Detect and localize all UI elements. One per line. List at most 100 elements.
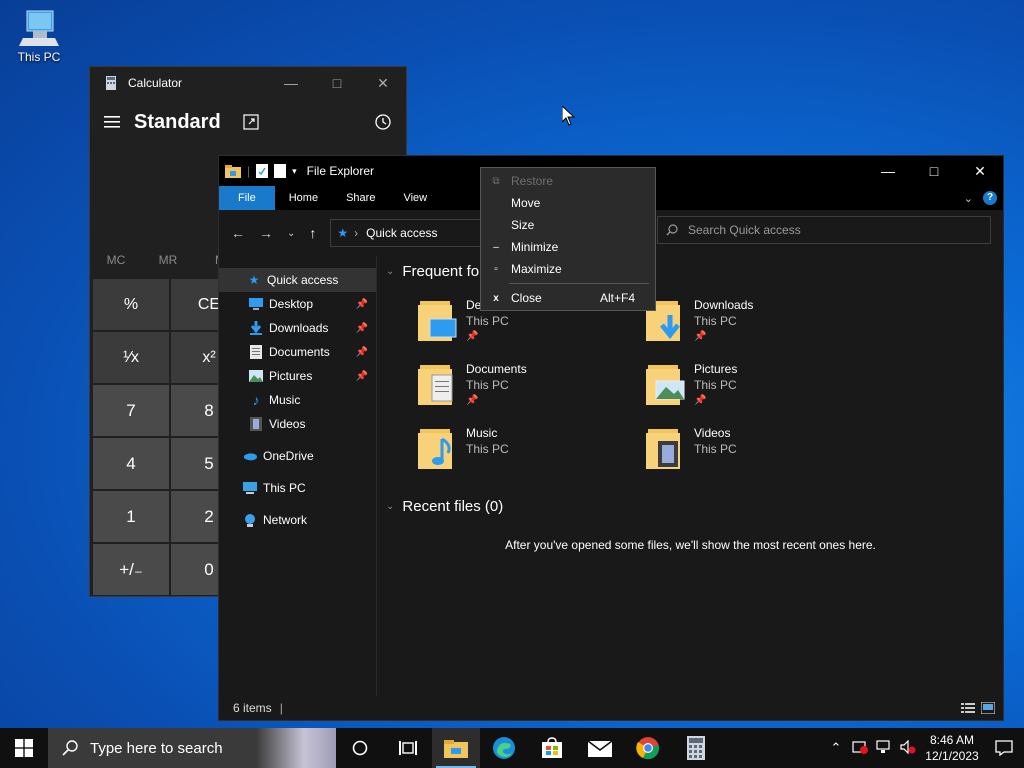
sidebar-item-quick-access[interactable]: ★ Quick access [219,268,376,292]
search-input[interactable]: Search Quick access [657,216,991,244]
minimize-button[interactable]: — [268,67,314,99]
tab-file[interactable]: File [219,186,275,210]
expand-ribbon-icon[interactable]: ⌄ [964,192,973,205]
minimize-button[interactable]: — [865,156,911,186]
sidebar-item-documents[interactable]: Documents 📌 [219,340,376,364]
history-icon[interactable] [374,113,392,131]
taskbar-app-file-explorer[interactable] [432,728,480,768]
sidebar-item-onedrive[interactable]: OneDrive [219,444,376,468]
folder-location: This PC [694,378,737,392]
folder-name: Videos [694,426,731,440]
close-button[interactable]: ✕ [360,67,406,99]
customize-toolbar-icon[interactable]: ▾ [292,166,297,177]
pin-icon: 📌 [466,331,479,342]
pin-icon[interactable]: 📌 [356,323,368,334]
pin-icon[interactable]: 📌 [356,371,368,382]
details-view-icon[interactable] [961,702,975,714]
sidebar-item-downloads[interactable]: Downloads 📌 [219,316,376,340]
sidebar-item-network[interactable]: Network [219,508,376,532]
desktop-icon-this-pc[interactable]: This PC [12,8,66,64]
forward-arrow-icon[interactable]: → [259,225,273,241]
back-arrow-icon[interactable]: ← [231,225,245,241]
menu-item-maximize[interactable]: ▫ Maximize [481,258,655,280]
menu-item-minimize[interactable]: ‒ Minimize [481,236,655,258]
properties-icon[interactable] [256,164,269,178]
up-arrow-icon[interactable]: ↑ [309,225,316,241]
maximize-button[interactable]: □ [911,156,957,186]
mail-icon [588,740,612,757]
tab-home[interactable]: Home [275,186,332,210]
frequent-folders-header[interactable]: ⌄ Frequent fol [386,263,482,280]
security-alert-icon[interactable] [848,740,872,757]
menu-item-size[interactable]: Size [481,214,655,236]
reciprocal-key[interactable]: ¹⁄x [93,332,169,383]
sidebar-item-music[interactable]: ♪ Music [219,388,376,412]
sidebar-item-label: Desktop [269,297,314,311]
taskbar-search-input[interactable]: Type here to search [48,728,336,768]
task-view-button[interactable] [384,728,432,768]
pin-icon[interactable]: 📌 [356,299,368,310]
percent-key[interactable]: % [93,279,169,330]
calculator-titlebar[interactable]: Calculator — □ ✕ [90,67,406,99]
folder-tile-pictures[interactable]: Pictures This PC 📌 [646,361,737,409]
digit-7-key[interactable]: 7 [93,385,169,436]
menu-item-move[interactable]: Move [481,192,655,214]
taskbar-app-mail[interactable] [576,728,624,768]
negate-key[interactable]: +/₋ [93,544,169,595]
tab-share[interactable]: Share [332,186,389,210]
taskbar-app-calculator[interactable] [672,728,720,768]
keep-on-top-icon[interactable] [243,114,259,130]
sidebar-item-this-pc[interactable]: This PC [219,476,376,500]
calculator-app-icon [106,76,116,90]
close-icon: x [493,292,499,304]
sidebar-item-desktop[interactable]: Desktop 📌 [219,292,376,316]
pictures-icon [249,369,263,383]
calculator-mode-title: Standard [134,110,221,133]
digit-4-key[interactable]: 4 [93,438,169,489]
volume-muted-icon[interactable] [896,739,920,757]
sidebar-item-videos[interactable]: Videos [219,412,376,436]
hamburger-menu-icon[interactable] [104,116,120,128]
section-title: Frequent fol [402,263,483,280]
pin-icon[interactable]: 📌 [356,347,368,358]
notification-icon [995,740,1013,756]
sidebar-item-pictures[interactable]: Pictures 📌 [219,364,376,388]
videos-folder-icon [646,425,686,473]
show-hidden-icons-icon[interactable]: ⌃ [824,740,848,756]
menu-item-restore[interactable]: ⧉ Restore [481,170,655,192]
sidebar-item-label: This PC [263,481,306,495]
task-view-icon [399,741,417,755]
folder-tile-documents[interactable]: Documents This PC 📌 [418,361,527,409]
new-folder-icon[interactable] [274,164,287,178]
digit-1-key[interactable]: 1 [93,491,169,542]
system-clock[interactable]: 8:46 AM 12/1/2023 [920,732,984,764]
folder-tile-downloads[interactable]: Downloads This PC 📌 [646,297,753,345]
menu-item-label: Maximize [511,262,562,276]
chevron-down-icon: ⌄ [386,266,395,277]
menu-item-close[interactable]: x Close Alt+F4 [481,287,655,309]
address-bar[interactable]: ★ › Quick access [330,219,489,247]
network-status-icon[interactable] [872,739,896,757]
action-center-button[interactable] [984,740,1024,756]
folder-tile-videos[interactable]: Videos This PC [646,425,737,473]
memory-clear-button[interactable]: MC [90,253,142,267]
explorer-app-icon [225,165,241,178]
help-icon[interactable]: ? [983,191,997,205]
search-icon [666,224,678,236]
taskbar-app-store[interactable] [528,728,576,768]
recent-locations-icon[interactable]: ⌄ [287,228,295,239]
recent-files-header[interactable]: ⌄ Recent files (0) [386,498,503,515]
maximize-button[interactable]: □ [314,67,360,99]
start-button[interactable] [0,728,48,768]
taskbar-app-chrome[interactable] [624,728,672,768]
folder-name: Pictures [694,362,738,376]
large-icons-view-icon[interactable] [981,702,995,714]
sidebar-item-label: Documents [269,345,330,359]
calculator-icon [687,736,705,760]
folder-tile-music[interactable]: Music This PC [418,425,509,473]
taskbar-app-edge[interactable] [480,728,528,768]
cortana-button[interactable] [336,728,384,768]
memory-recall-button[interactable]: MR [142,253,194,267]
tab-view[interactable]: View [389,186,441,210]
close-button[interactable]: ✕ [957,156,1003,186]
